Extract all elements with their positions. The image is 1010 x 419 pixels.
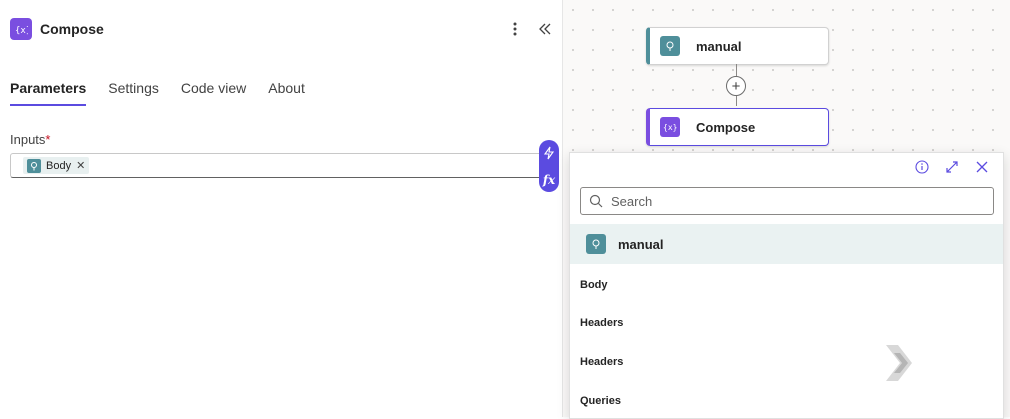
more-vertical-icon xyxy=(513,22,517,36)
list-item-queries[interactable]: Queries xyxy=(580,395,621,407)
info-icon[interactable] xyxy=(913,158,931,176)
node-label: manual xyxy=(696,38,742,54)
group-label: manual xyxy=(618,236,664,252)
panel-title: Compose xyxy=(40,21,104,37)
add-step-button[interactable]: + xyxy=(726,76,746,96)
connector-line xyxy=(736,96,737,106)
expand-icon[interactable] xyxy=(943,158,961,176)
connector-line xyxy=(736,64,737,76)
lightning-icon[interactable] xyxy=(543,146,555,162)
remove-token-icon[interactable]: ✕ xyxy=(76,159,85,172)
node-compose[interactable]: {x} Compose xyxy=(646,108,829,146)
inputs-field[interactable]: Body ✕ xyxy=(10,153,552,178)
logo-watermark xyxy=(886,345,912,381)
search-icon xyxy=(589,194,603,208)
list-item-body[interactable]: Body xyxy=(580,279,608,291)
dynamic-content-popup: manual Body Headers Headers Queries xyxy=(569,152,1004,419)
node-manual[interactable]: manual xyxy=(646,27,829,65)
double-chevron-left-icon xyxy=(539,23,551,35)
search-box[interactable] xyxy=(580,187,994,215)
svg-text:{x}: {x} xyxy=(663,123,677,132)
token-label: Body xyxy=(46,159,72,172)
group-header-manual[interactable]: manual xyxy=(570,224,1003,264)
close-icon[interactable] xyxy=(973,158,991,176)
svg-text:{x}: {x} xyxy=(15,26,28,36)
tab-settings[interactable]: Settings xyxy=(108,80,159,106)
trigger-icon xyxy=(27,158,41,173)
more-options-button[interactable] xyxy=(506,18,524,40)
list-item-headers[interactable]: Headers xyxy=(580,317,623,329)
tab-about[interactable]: About xyxy=(268,80,305,106)
expression-icon: {x} xyxy=(660,117,680,137)
search-input[interactable] xyxy=(609,192,983,210)
body-token[interactable]: Body ✕ xyxy=(23,157,90,174)
insert-dynamic-content-toolbar: fx xyxy=(539,140,559,192)
properties-panel: {x} Compose Parameters Settings Code vie… xyxy=(0,0,563,417)
node-label: Compose xyxy=(696,119,756,135)
collapse-panel-button[interactable] xyxy=(536,18,554,40)
list-item-headers[interactable]: Headers xyxy=(580,356,623,368)
panel-header: {x} Compose xyxy=(10,18,562,42)
trigger-icon xyxy=(660,36,680,56)
popup-toolbar xyxy=(913,153,1003,181)
panel-tabs: Parameters Settings Code view About xyxy=(10,80,305,106)
inputs-label: Inputs* xyxy=(10,132,50,147)
required-mark: * xyxy=(45,132,51,147)
trigger-icon xyxy=(586,234,606,254)
tab-parameters[interactable]: Parameters xyxy=(10,80,87,106)
inputs-label-text: Inputs xyxy=(10,132,46,147)
fx-icon[interactable]: fx xyxy=(543,174,555,186)
expression-icon: {x} xyxy=(10,18,32,40)
tab-code-view[interactable]: Code view xyxy=(181,80,246,106)
